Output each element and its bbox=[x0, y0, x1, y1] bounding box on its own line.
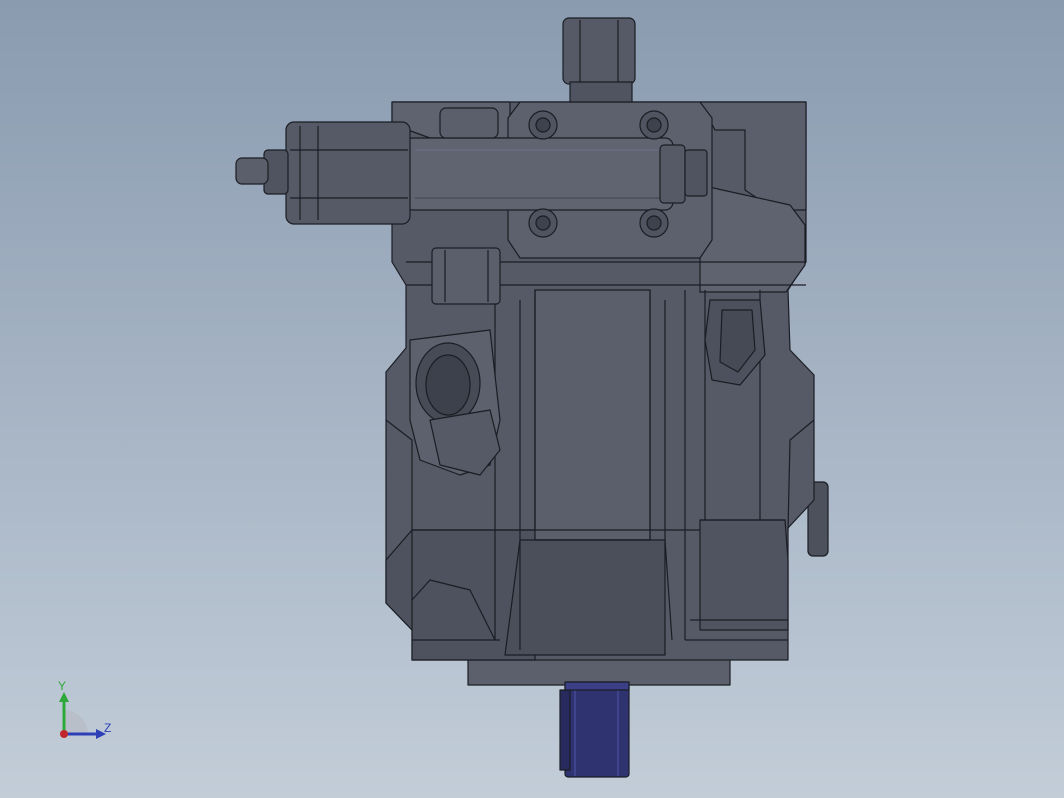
hydraulic-pump-model[interactable] bbox=[0, 0, 1064, 798]
z-axis-label: Z bbox=[104, 721, 112, 735]
compensator-valve bbox=[404, 137, 674, 211]
top-adjuster-nut bbox=[562, 17, 636, 85]
3d-viewport[interactable]: Y Z bbox=[0, 0, 1064, 798]
valve-stem bbox=[235, 157, 269, 185]
drive-shaft bbox=[559, 681, 630, 778]
axis-triad: Y Z bbox=[40, 672, 120, 752]
hex-plug bbox=[431, 247, 501, 305]
valve-adjuster-nut bbox=[285, 121, 411, 225]
axis-triad-graphic bbox=[59, 692, 106, 739]
y-axis-label: Y bbox=[58, 679, 67, 693]
